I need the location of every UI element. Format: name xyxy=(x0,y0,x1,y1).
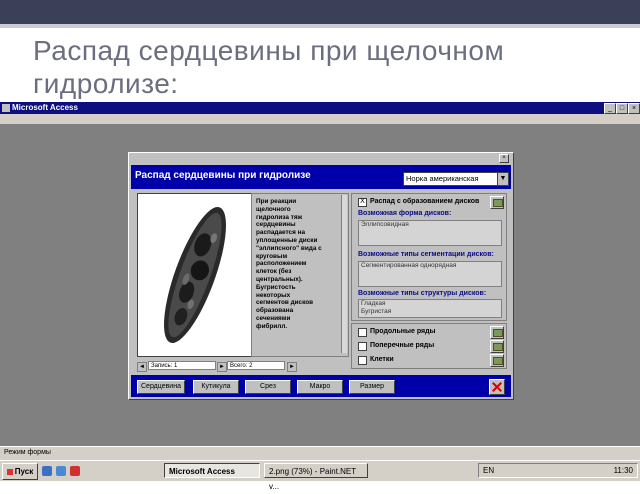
structure-list[interactable]: Гладкая Бугристая xyxy=(358,299,502,318)
form-header: Распад сердцевины при гидролизе Норка ам… xyxy=(131,165,511,189)
hair-specimen-illustration xyxy=(138,194,252,356)
image-icon[interactable] xyxy=(490,354,504,367)
maximize-button[interactable]: □ xyxy=(616,103,628,114)
opera-quicklaunch-icon[interactable] xyxy=(70,466,80,476)
core-button[interactable]: Сердцевина xyxy=(137,380,185,394)
desktop-quicklaunch-icon[interactable] xyxy=(42,466,52,476)
close-form-icon[interactable] xyxy=(489,379,505,395)
start-button[interactable]: Пуск xyxy=(2,463,38,480)
disks-checkbox[interactable]: X xyxy=(358,198,367,207)
access-titlebar: Microsoft Access xyxy=(0,102,640,114)
status-bar: Режим формы xyxy=(0,446,640,461)
total-records-field: Всего: 2 xyxy=(227,361,285,370)
segmentation-list[interactable]: Сегментированная однорядная xyxy=(358,261,502,287)
image-icon[interactable] xyxy=(490,196,504,209)
disk-shapes-list[interactable]: Эллипсовидная xyxy=(358,220,502,246)
browser-quicklaunch-icon[interactable] xyxy=(56,466,66,476)
access-window-title: Microsoft Access xyxy=(12,103,78,112)
disk-shape-item: Эллипсовидная xyxy=(361,221,409,228)
species-select[interactable]: Норка американская ▼ xyxy=(403,172,509,186)
form-window-titlebar: × xyxy=(129,153,511,163)
form-close-icon[interactable]: × xyxy=(499,154,509,163)
longitudinal-rows-checkbox[interactable] xyxy=(358,328,367,337)
description-text: При реакции щелочного гидролиза тяж серд… xyxy=(256,198,322,330)
task-access[interactable]: Microsoft Access xyxy=(164,463,260,478)
status-text: Режим формы xyxy=(4,449,51,456)
cells-label: Клетки xyxy=(370,356,394,363)
image-icon[interactable] xyxy=(490,326,504,339)
clock: 11:30 xyxy=(613,466,633,475)
next-record-icon[interactable]: ► xyxy=(217,362,227,372)
structure-item: Гладкая xyxy=(361,300,386,307)
system-tray: EN 11:30 xyxy=(478,463,638,478)
segmentation-item: Сегментированная однорядная xyxy=(361,262,457,269)
minimize-button[interactable]: _ xyxy=(604,103,616,114)
description-panel: При реакции щелочного гидролиза тяж серд… xyxy=(251,193,349,357)
slide-header-accent xyxy=(0,24,640,28)
chevron-down-icon[interactable]: ▼ xyxy=(497,173,508,185)
last-record-icon[interactable]: ► xyxy=(287,362,297,372)
structure-label: Возможные типы структуры дисков: xyxy=(358,290,487,297)
taskbar: Пуск Microsoft Access 2.png (73%) - Pain… xyxy=(0,460,640,491)
description-scrollbar[interactable] xyxy=(341,195,347,353)
disk-properties-panel: X Распад с образованием дисков Возможная… xyxy=(351,193,507,321)
slide-title: Распад сердцевины при щелочном гидролизе… xyxy=(33,35,505,99)
section-button[interactable]: Срез xyxy=(245,380,291,394)
cells-checkbox[interactable] xyxy=(358,356,367,365)
task-paintnet[interactable]: 2.png (73%) - Paint.NET v... xyxy=(264,463,368,491)
first-record-icon[interactable]: ◄ xyxy=(137,362,147,372)
record-field[interactable]: Запись: 1 xyxy=(148,361,216,370)
macro-button[interactable]: Макро xyxy=(297,380,343,394)
image-icon[interactable] xyxy=(490,340,504,353)
access-app-icon xyxy=(2,104,10,112)
form-window: × Распад сердцевины при гидролизе Норка … xyxy=(128,152,514,400)
longitudinal-rows-label: Продольные ряды xyxy=(370,328,436,335)
transverse-rows-checkbox[interactable] xyxy=(358,342,367,351)
form-button-bar: Сердцевина Кутикула Срез Макро Размер xyxy=(131,375,511,397)
form-title: Распад сердцевины при гидролизе xyxy=(135,170,311,181)
disk-shapes-label: Возможная форма дисков: xyxy=(358,210,452,217)
start-label: Пуск xyxy=(14,467,34,476)
rows-panel: Продольные ряды Поперечные ряды Клетки xyxy=(351,323,507,369)
cuticle-button[interactable]: Кутикула xyxy=(193,380,239,394)
disks-checkbox-label: Распад с образованием дисков xyxy=(370,198,480,205)
record-navigation: ◄ Запись: 1 ► Всего: 2 ► xyxy=(137,361,349,372)
size-button[interactable]: Размер xyxy=(349,380,395,394)
transverse-rows-label: Поперечные ряды xyxy=(370,342,435,349)
menu-bar xyxy=(0,114,640,124)
structure-item: Бугристая xyxy=(361,308,392,315)
language-indicator[interactable]: EN xyxy=(483,464,494,478)
species-select-value: Норка американская xyxy=(406,174,479,183)
close-window-button[interactable]: × xyxy=(628,103,640,114)
segmentation-label: Возможные типы сегментации дисков: xyxy=(358,251,494,258)
specimen-image xyxy=(137,193,253,357)
